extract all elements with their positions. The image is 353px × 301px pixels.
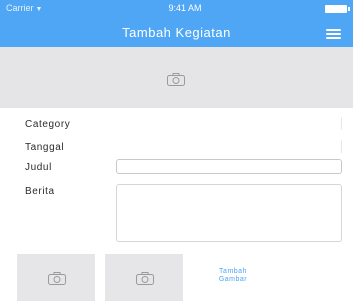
menu-line	[326, 33, 341, 35]
photo-slot-2[interactable]	[105, 254, 183, 301]
status-bar: Carrier ▼ 9:41 AM	[0, 0, 353, 18]
berita-textarea[interactable]	[116, 184, 342, 242]
judul-label: Judul	[25, 162, 52, 173]
camera-icon	[48, 272, 66, 285]
hamburger-icon[interactable]	[326, 29, 341, 39]
menu-line	[326, 37, 341, 39]
category-label: Category	[25, 119, 71, 130]
status-time: 9:41 AM	[168, 3, 202, 13]
camera-icon	[167, 73, 185, 86]
category-field[interactable]	[116, 116, 342, 131]
add-photo-line-1: Tambah	[219, 268, 247, 275]
page-title: Tambah Kegiatan	[122, 25, 231, 40]
tanggal-field[interactable]	[116, 139, 342, 154]
photo-slot-1[interactable]	[17, 254, 95, 301]
tanggal-label: Tanggal	[25, 142, 65, 153]
menu-line	[326, 29, 341, 31]
wifi-icon: ▼	[35, 6, 43, 13]
navigation-bar: Tambah Kegiatan	[0, 18, 353, 47]
add-photo-line-2: Gambar	[218, 276, 248, 283]
judul-row: Judul	[0, 157, 353, 179]
tanggal-row: Tanggal	[0, 137, 353, 159]
battery-icon	[325, 5, 350, 13]
add-photo-button[interactable]: Tambah Gambar	[200, 268, 266, 284]
berita-row: Berita	[0, 181, 353, 245]
berita-label: Berita	[25, 186, 55, 197]
carrier-indicator: Carrier ▼	[6, 3, 42, 13]
camera-icon	[136, 272, 154, 285]
carrier-label: Carrier	[6, 3, 34, 13]
category-row: Category	[0, 114, 353, 136]
header-photo-picker[interactable]	[0, 47, 353, 108]
judul-field[interactable]	[116, 159, 342, 174]
